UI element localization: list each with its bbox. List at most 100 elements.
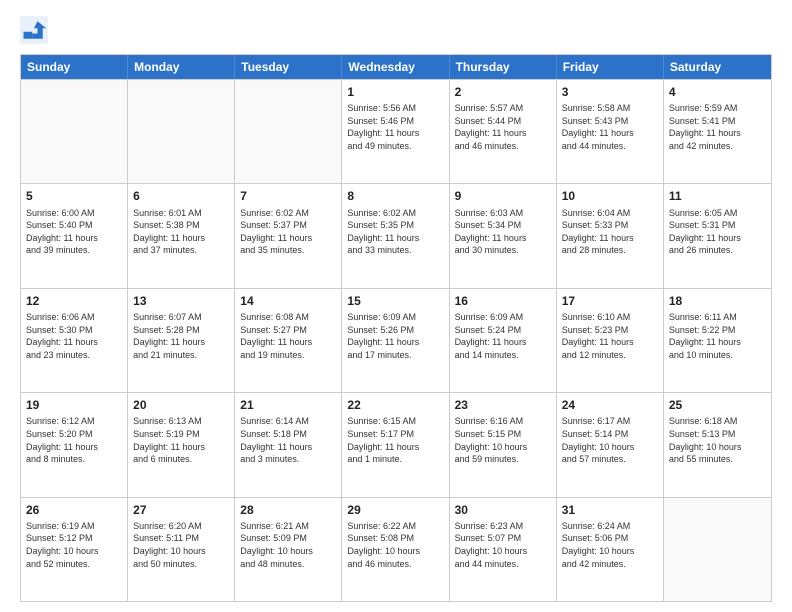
day-info: Sunrise: 6:08 AMSunset: 5:27 PMDaylight:… [240,311,336,361]
calendar-empty-cell [235,80,342,183]
day-info: Sunrise: 5:58 AMSunset: 5:43 PMDaylight:… [562,102,658,152]
day-info: Sunrise: 6:09 AMSunset: 5:24 PMDaylight:… [455,311,551,361]
calendar-day-6: 6Sunrise: 6:01 AMSunset: 5:38 PMDaylight… [128,184,235,287]
day-number: 5 [26,188,122,204]
logo-icon [20,16,48,44]
calendar-empty-cell [664,498,771,601]
calendar-day-27: 27 Sunrise: 6:20 AMSunset: 5:11 PMDayligh… [128,498,235,601]
calendar-day-30: 30 Sunrise: 6:23 AMSunset: 5:07 PMDayligh… [450,498,557,601]
day-info: Sunrise: 6:04 AMSunset: 5:33 PMDaylight:… [562,207,658,257]
day-info: Sunrise: 6:10 AMSunset: 5:23 PMDaylight:… [562,311,658,361]
weekday-header-sunday: Sunday [21,55,128,79]
calendar-day-9: 9Sunrise: 6:03 AMSunset: 5:34 PMDaylight… [450,184,557,287]
day-number: 30 [455,502,551,518]
calendar-row-1: 5 Sunrise: 6:00 AMSunset: 5:40 PMDaylight… [21,183,771,287]
day-info: Sunrise: 6:07 AMSunset: 5:28 PMDaylight:… [133,311,229,361]
weekday-header-friday: Friday [557,55,664,79]
calendar-day-23: 23 Sunrise: 6:16 AMSunset: 5:15 PMDayligh… [450,393,557,496]
day-info: Sunrise: 6:13 AMSunset: 5:19 PMDaylight:… [133,415,229,465]
calendar-day-10: 10 Sunrise: 6:04 AMSunset: 5:33 PMDayligh… [557,184,664,287]
day-info: Sunrise: 6:03 AMSunset: 5:34 PMDaylight:… [455,207,551,257]
day-number: 26 [26,502,122,518]
day-info: Sunrise: 6:16 AMSunset: 5:15 PMDaylight:… [455,415,551,465]
calendar-row-0: 1 Sunrise: 5:56 AMSunset: 5:46 PMDaylight… [21,79,771,183]
day-number: 18 [669,293,766,309]
weekday-header-monday: Monday [128,55,235,79]
calendar-day-13: 13 Sunrise: 6:07 AMSunset: 5:28 PMDayligh… [128,289,235,392]
day-number: 20 [133,397,229,413]
calendar-day-22: 22Sunrise: 6:15 AMSunset: 5:17 PMDayligh… [342,393,449,496]
calendar: SundayMondayTuesdayWednesdayThursdayFrid… [20,54,772,602]
day-info: Sunrise: 6:09 AMSunset: 5:26 PMDaylight:… [347,311,443,361]
calendar-day-29: 29Sunrise: 6:22 AMSunset: 5:08 PMDayligh… [342,498,449,601]
day-number: 3 [562,84,658,100]
day-number: 28 [240,502,336,518]
day-info: Sunrise: 5:57 AMSunset: 5:44 PMDaylight:… [455,102,551,152]
day-number: 2 [455,84,551,100]
day-number: 31 [562,502,658,518]
day-info: Sunrise: 6:00 AMSunset: 5:40 PMDaylight:… [26,207,122,257]
day-number: 10 [562,188,658,204]
calendar-day-31: 31 Sunrise: 6:24 AMSunset: 5:06 PMDayligh… [557,498,664,601]
calendar-day-20: 20 Sunrise: 6:13 AMSunset: 5:19 PMDayligh… [128,393,235,496]
calendar-day-17: 17 Sunrise: 6:10 AMSunset: 5:23 PMDayligh… [557,289,664,392]
calendar-day-3: 3 Sunrise: 5:58 AMSunset: 5:43 PMDaylight… [557,80,664,183]
day-number: 19 [26,397,122,413]
calendar-day-4: 4Sunrise: 5:59 AMSunset: 5:41 PMDaylight… [664,80,771,183]
day-number: 15 [347,293,443,309]
day-number: 17 [562,293,658,309]
day-info: Sunrise: 6:05 AMSunset: 5:31 PMDaylight:… [669,207,766,257]
day-info: Sunrise: 6:02 AMSunset: 5:35 PMDaylight:… [347,207,443,257]
day-info: Sunrise: 6:23 AMSunset: 5:07 PMDaylight:… [455,520,551,570]
weekday-header-saturday: Saturday [664,55,771,79]
day-info: Sunrise: 6:11 AMSunset: 5:22 PMDaylight:… [669,311,766,361]
calendar-header: SundayMondayTuesdayWednesdayThursdayFrid… [21,55,771,79]
logo [20,16,52,44]
day-number: 16 [455,293,551,309]
day-info: Sunrise: 6:24 AMSunset: 5:06 PMDaylight:… [562,520,658,570]
day-info: Sunrise: 6:06 AMSunset: 5:30 PMDaylight:… [26,311,122,361]
day-number: 27 [133,502,229,518]
calendar-day-16: 16 Sunrise: 6:09 AMSunset: 5:24 PMDayligh… [450,289,557,392]
day-info: Sunrise: 6:17 AMSunset: 5:14 PMDaylight:… [562,415,658,465]
calendar-day-19: 19 Sunrise: 6:12 AMSunset: 5:20 PMDayligh… [21,393,128,496]
day-number: 14 [240,293,336,309]
day-number: 21 [240,397,336,413]
day-number: 12 [26,293,122,309]
calendar-row-2: 12 Sunrise: 6:06 AMSunset: 5:30 PMDayligh… [21,288,771,392]
day-number: 7 [240,188,336,204]
calendar-day-2: 2 Sunrise: 5:57 AMSunset: 5:44 PMDaylight… [450,80,557,183]
calendar-day-15: 15 Sunrise: 6:09 AMSunset: 5:26 PMDayligh… [342,289,449,392]
calendar-day-7: 7 Sunrise: 6:02 AMSunset: 5:37 PMDaylight… [235,184,342,287]
calendar-empty-cell [128,80,235,183]
day-info: Sunrise: 5:56 AMSunset: 5:46 PMDaylight:… [347,102,443,152]
calendar-day-21: 21Sunrise: 6:14 AMSunset: 5:18 PMDayligh… [235,393,342,496]
day-info: Sunrise: 6:22 AMSunset: 5:08 PMDaylight:… [347,520,443,570]
day-number: 24 [562,397,658,413]
day-number: 25 [669,397,766,413]
day-number: 1 [347,84,443,100]
calendar-day-5: 5 Sunrise: 6:00 AMSunset: 5:40 PMDaylight… [21,184,128,287]
day-number: 8 [347,188,443,204]
day-number: 13 [133,293,229,309]
day-info: Sunrise: 5:59 AMSunset: 5:41 PMDaylight:… [669,102,766,152]
calendar-day-25: 25 Sunrise: 6:18 AMSunset: 5:13 PMDayligh… [664,393,771,496]
weekday-header-thursday: Thursday [450,55,557,79]
calendar-day-28: 28Sunrise: 6:21 AMSunset: 5:09 PMDayligh… [235,498,342,601]
day-number: 23 [455,397,551,413]
day-info: Sunrise: 6:12 AMSunset: 5:20 PMDaylight:… [26,415,122,465]
calendar-day-12: 12 Sunrise: 6:06 AMSunset: 5:30 PMDayligh… [21,289,128,392]
calendar-day-8: 8 Sunrise: 6:02 AMSunset: 5:35 PMDaylight… [342,184,449,287]
day-info: Sunrise: 6:18 AMSunset: 5:13 PMDaylight:… [669,415,766,465]
calendar-day-1: 1 Sunrise: 5:56 AMSunset: 5:46 PMDaylight… [342,80,449,183]
day-info: Sunrise: 6:20 AMSunset: 5:11 PMDaylight:… [133,520,229,570]
weekday-header-tuesday: Tuesday [235,55,342,79]
day-info: Sunrise: 6:02 AMSunset: 5:37 PMDaylight:… [240,207,336,257]
calendar-day-11: 11 Sunrise: 6:05 AMSunset: 5:31 PMDayligh… [664,184,771,287]
calendar-day-14: 14 Sunrise: 6:08 AMSunset: 5:27 PMDayligh… [235,289,342,392]
calendar-day-18: 18 Sunrise: 6:11 AMSunset: 5:22 PMDayligh… [664,289,771,392]
calendar-row-3: 19 Sunrise: 6:12 AMSunset: 5:20 PMDayligh… [21,392,771,496]
day-number: 11 [669,188,766,204]
day-info: Sunrise: 6:01 AMSunset: 5:38 PMDaylight:… [133,207,229,257]
calendar-day-24: 24 Sunrise: 6:17 AMSunset: 5:14 PMDayligh… [557,393,664,496]
